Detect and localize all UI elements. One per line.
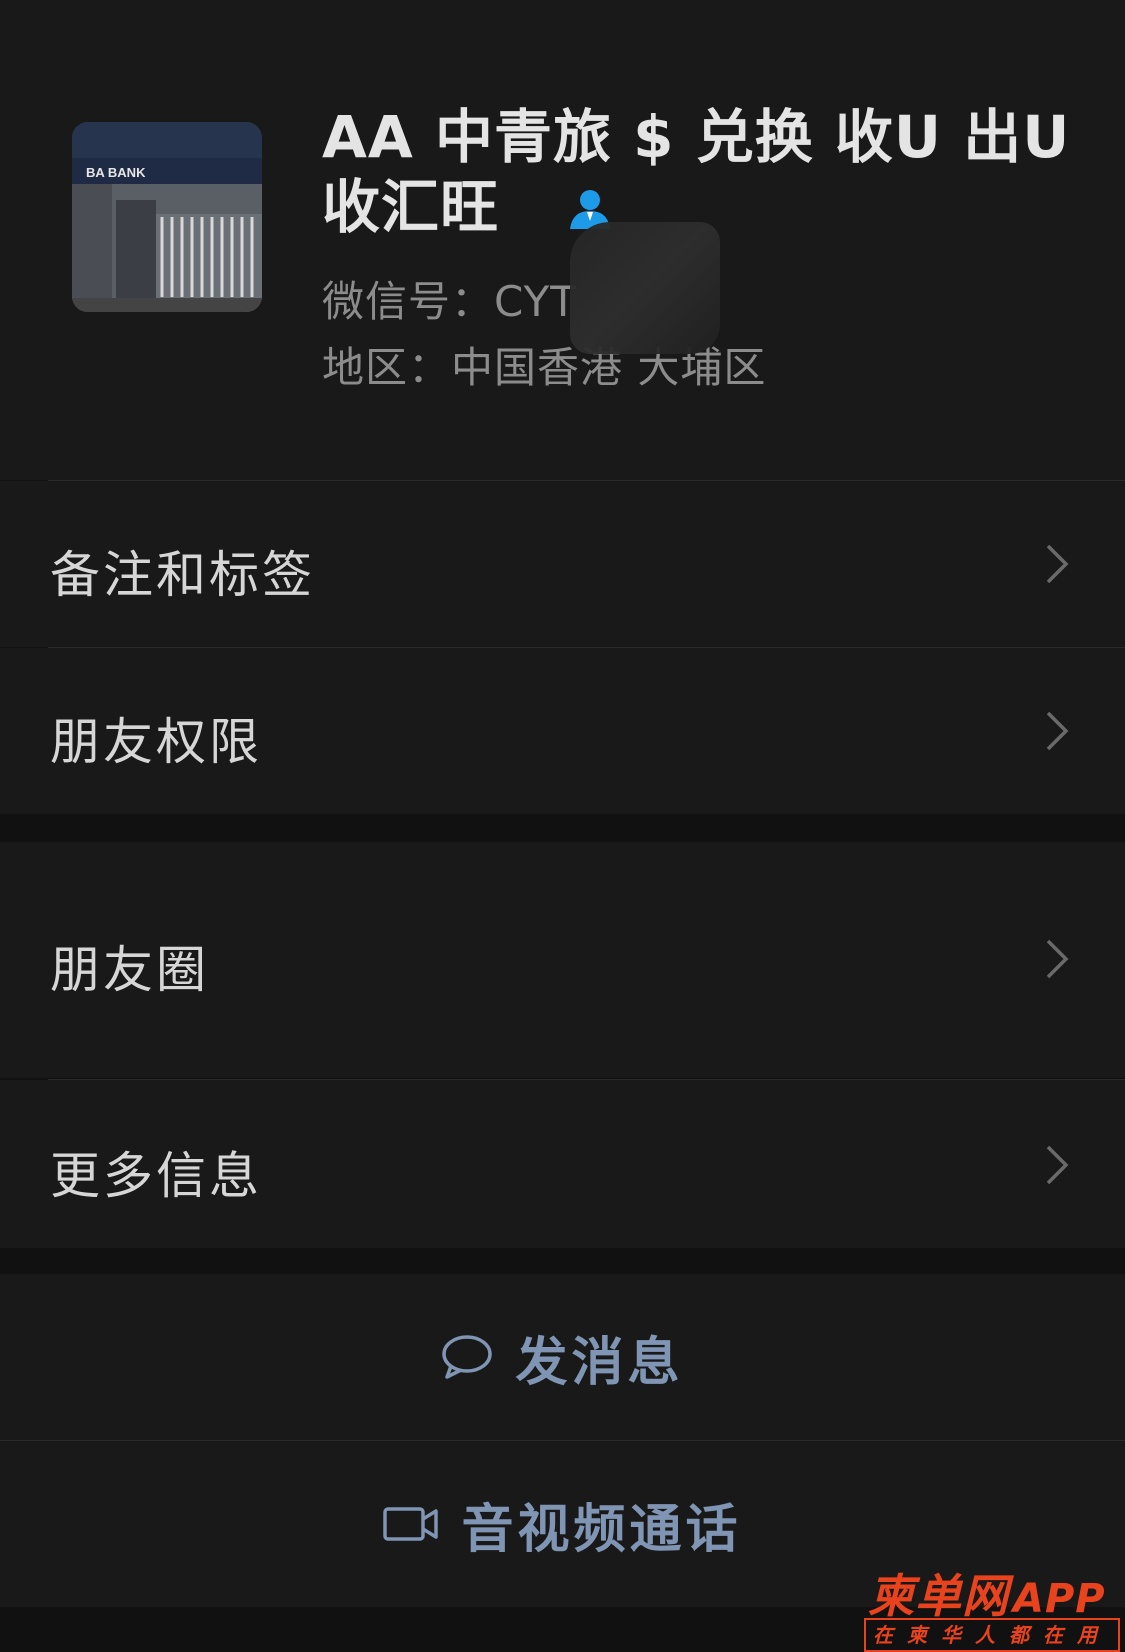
profile-header: BA BANK AA 中青旅 $ 兑换 收U 出U 收汇旺 微信号：CYT 地区… xyxy=(0,0,1125,480)
menu-friend-permissions-label: 朋友权限 xyxy=(50,713,262,771)
send-message-label: 发消息 xyxy=(515,1332,684,1393)
menu-more-info[interactable]: 更多信息 xyxy=(0,1080,1125,1248)
watermark-brand-text: 柬单网 xyxy=(868,1569,1009,1623)
watermark-logo: 柬单网 APP 在柬华人都在用 xyxy=(864,1560,1124,1652)
chevron-right-icon xyxy=(1046,939,1069,979)
menu-moments[interactable]: 朋友圈 xyxy=(0,842,1125,1078)
avatar-image: BA BANK xyxy=(72,122,262,312)
avatar[interactable]: BA BANK xyxy=(72,122,262,312)
av-call-label: 音视频通话 xyxy=(461,1499,742,1560)
avatar-sign-text: BA BANK xyxy=(86,165,146,180)
wechat-id: 微信号：CYT xyxy=(322,277,577,326)
menu-moments-label: 朋友圈 xyxy=(50,941,209,999)
watermark-brand: 柬单网 APP xyxy=(868,1560,1106,1626)
video-camera-icon xyxy=(383,1507,439,1541)
menu-more-info-label: 更多信息 xyxy=(50,1147,262,1205)
watermark-app-text: APP xyxy=(1013,1576,1106,1622)
redaction-blur xyxy=(570,222,720,354)
chevron-right-icon xyxy=(1046,544,1069,584)
chat-bubble-icon xyxy=(442,1335,493,1379)
menu-friend-permissions[interactable]: 朋友权限 xyxy=(0,648,1125,814)
send-message-button[interactable]: 发消息 xyxy=(0,1274,1125,1440)
chevron-right-icon xyxy=(1046,1145,1069,1185)
menu-remark-tags-label: 备注和标签 xyxy=(50,546,315,604)
chevron-right-icon xyxy=(1046,711,1069,751)
menu-remark-tags[interactable]: 备注和标签 xyxy=(0,481,1125,647)
watermark-tagline: 在柬华人都在用 xyxy=(864,1618,1120,1652)
contact-name-text: AA 中青旅 $ 兑换 收U 出U 收汇旺 xyxy=(322,103,1071,241)
